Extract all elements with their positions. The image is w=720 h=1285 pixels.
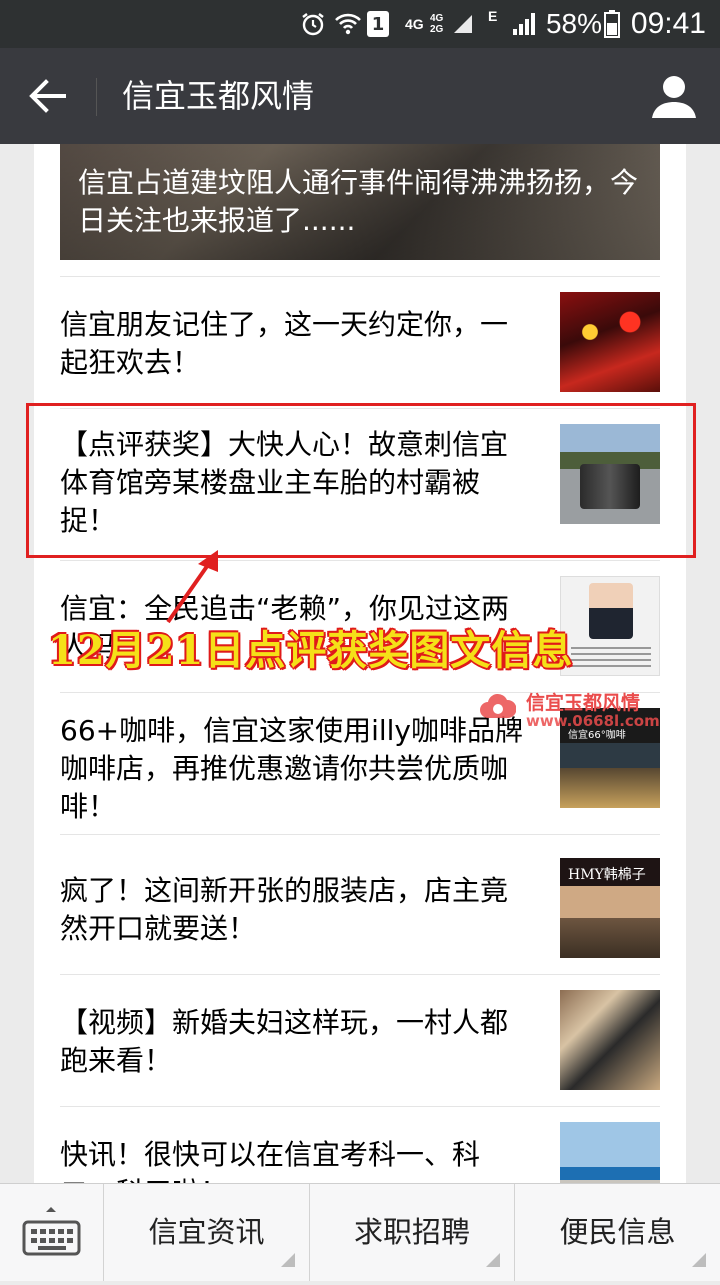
alarm-icon [300,0,326,48]
article-title: 信宜朋友记住了，这一天约定你，一起狂欢去！ [60,308,509,379]
wedding-thumbnail [560,990,660,1090]
battery-percent: 58% [545,8,602,39]
menu-services-label: 便民信息 [559,1215,676,1249]
divider [60,974,660,975]
party-thumbnail [560,292,660,392]
back-arrow-icon [29,79,66,113]
network-bottom-label: 2G [430,24,444,35]
signal-icon [512,0,538,48]
submenu-indicator-icon [486,1253,500,1267]
profile-button[interactable] [650,72,698,120]
keyboard-toggle-button[interactable] [0,1184,104,1281]
watermark-url: www.0668l.com [526,712,660,730]
divider [60,276,660,277]
menu-news[interactable]: 信宜资讯 [104,1184,310,1281]
network-top-label: 4G [430,13,444,24]
submenu-indicator-icon [692,1253,706,1267]
list-item[interactable]: 疯了！这间新开张的服装店，店主竟然开口就要送！ [60,858,660,998]
article-title: 快讯！很快可以在信宜考科一、科二、科三啦！ [60,1138,481,1184]
article-title: 66+咖啡，信宜这家使用illy咖啡品牌咖啡店，再推优惠邀请你共尝优质咖啡！ [60,714,523,823]
featured-article[interactable]: 信宜占道建坟阻人通行事件闹得沸沸扬扬，今日关注也来报道了...... [60,144,660,260]
menu-services[interactable]: 便民信息 [515,1184,720,1281]
title-bar: 信宜玉都风情 [0,48,720,144]
article-title: 疯了！这间新开张的服装店，店主竟然开口就要送！ [60,874,509,945]
cloud-logo-icon [480,693,516,718]
network-4g-label: 4G [405,16,424,32]
wifi-icon [334,0,362,48]
watermark-name: 信宜玉都风情 [526,692,641,714]
highway-thumbnail [560,1122,660,1184]
annotation-caption: 12月21日点评获奖图文信息 [48,627,574,674]
list-item[interactable]: 【视频】新婚夫妇这样玩，一村人都跑来看！ [60,990,660,1130]
clock: 09:41 [630,7,706,40]
divider [60,834,660,835]
menu-jobs-label: 求职招聘 [353,1215,470,1249]
watermark: 信宜玉都风情 www.0668l.com [480,688,680,738]
status-bar: 1 4G 4G 2G E 58% 09:41 [0,0,720,48]
divider [60,1106,660,1107]
highlight-box [26,403,696,558]
keyboard-icon [22,1207,81,1256]
sim-indicator: 1 [367,11,389,37]
divider [60,560,660,561]
signal-icon [452,0,474,48]
bottom-menu: 信宜资讯 求职招聘 便民信息 [0,1183,720,1281]
article-title: 【视频】新婚夫妇这样玩，一村人都跑来看！ [60,1006,509,1077]
menu-jobs[interactable]: 求职招聘 [310,1184,515,1281]
submenu-indicator-icon [281,1253,295,1267]
annotation-arrow-icon [166,550,218,624]
id-card-thumbnail [560,576,660,676]
list-item[interactable]: 快讯！很快可以在信宜考科一、科二、科三啦！ [60,1122,660,1184]
page-title: 信宜玉都风情 [122,77,315,115]
featured-article-title: 信宜占道建坟阻人通行事件闹得沸沸扬扬，今日关注也来报道了...... [78,166,639,237]
network-e-label: E [488,8,498,24]
back-button[interactable] [20,68,76,124]
title-divider [96,78,97,116]
person-icon [652,76,696,118]
shop-thumbnail [560,858,660,958]
menu-news-label: 信宜资讯 [148,1215,265,1249]
battery-icon [604,0,620,48]
network-4g-2g-label: 4G 2G [430,0,443,48]
